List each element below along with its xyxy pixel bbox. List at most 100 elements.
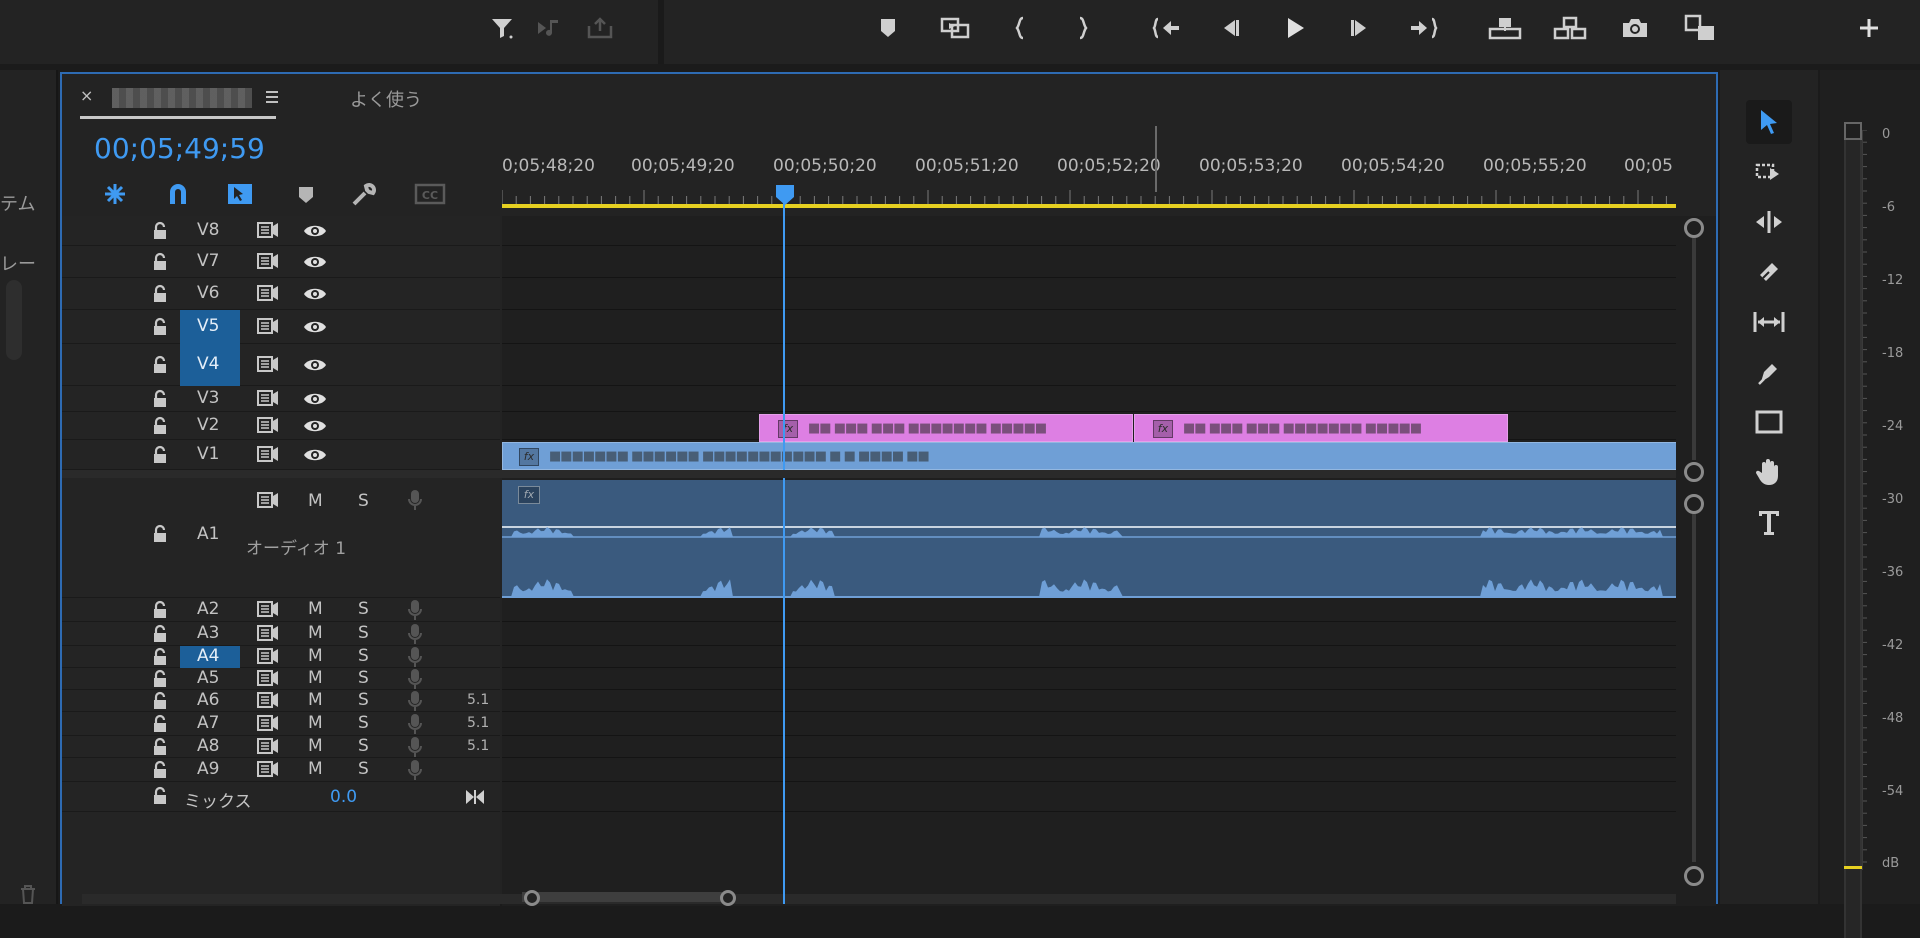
video-track-header-v3[interactable]: V3 <box>62 386 500 412</box>
sync-lock-icon[interactable] <box>256 736 280 756</box>
wrench-settings-icon[interactable] <box>350 180 378 208</box>
audio-lane-a8[interactable] <box>502 736 1677 758</box>
audio-track-header-a8[interactable]: A8 M S 5.1 <box>62 736 500 758</box>
audio-track-header-a3[interactable]: A3 M S <box>62 622 500 646</box>
mute-button[interactable]: M <box>308 713 323 733</box>
sync-lock-icon[interactable] <box>256 599 280 619</box>
track-lock-icon[interactable] <box>152 760 168 780</box>
video-track-header-v7[interactable]: V7 <box>62 246 500 278</box>
audio-zoom-handle-bottom[interactable] <box>1684 866 1704 886</box>
sync-lock-icon[interactable] <box>256 251 280 271</box>
mute-button[interactable]: M <box>308 668 323 688</box>
track-lock-icon[interactable] <box>152 524 168 544</box>
linked-selection-icon[interactable] <box>225 180 255 208</box>
track-lock-icon[interactable] <box>152 737 168 757</box>
video-lane-v8[interactable] <box>502 216 1677 246</box>
sync-lock-icon[interactable] <box>256 415 280 435</box>
export-frame-icon[interactable] <box>580 10 620 46</box>
audio-lane-a3[interactable] <box>502 622 1677 646</box>
track-lock-icon[interactable] <box>152 600 168 620</box>
mute-button[interactable]: M <box>308 491 323 511</box>
rectangle-tool-icon[interactable] <box>1746 400 1792 444</box>
track-lock-icon[interactable] <box>152 669 168 689</box>
sync-lock-icon[interactable] <box>256 490 280 510</box>
solo-button[interactable]: S <box>358 736 369 756</box>
playhead-timecode[interactable]: 00;05;49;59 <box>94 132 265 165</box>
sync-lock-icon[interactable] <box>256 388 280 408</box>
track-lock-icon[interactable] <box>152 284 168 304</box>
solo-button[interactable]: S <box>358 713 369 733</box>
video-lane-v5[interactable] <box>502 310 1677 344</box>
sync-lock-icon[interactable] <box>256 713 280 733</box>
go-to-out-icon[interactable] <box>1404 10 1444 46</box>
work-area-bar[interactable] <box>502 204 1676 208</box>
compare-view-icon[interactable] <box>1680 10 1720 46</box>
ripple-edit-tool-icon[interactable] <box>1746 200 1792 244</box>
nest-sequence-icon[interactable] <box>100 180 130 208</box>
audio-track-header-a7[interactable]: A7 M S 5.1 <box>62 712 500 736</box>
voiceover-mic-icon[interactable] <box>406 645 424 669</box>
sync-lock-icon[interactable] <box>256 283 280 303</box>
add-marker-icon[interactable] <box>296 184 316 206</box>
mix-lane[interactable] <box>502 782 1677 812</box>
track-lock-icon[interactable] <box>152 647 168 667</box>
video-track-header-v8[interactable]: V8 <box>62 216 500 246</box>
audio-lane-a4[interactable] <box>502 646 1677 668</box>
horizontal-scrollbar[interactable] <box>82 894 1676 904</box>
add-button-icon[interactable] <box>1849 10 1889 46</box>
eye-icon[interactable] <box>302 253 328 271</box>
eye-icon[interactable] <box>302 222 328 240</box>
voiceover-mic-icon[interactable] <box>406 735 424 759</box>
track-lock-icon[interactable] <box>152 624 168 644</box>
tab-favorites[interactable]: よく使う <box>350 86 422 112</box>
eye-icon[interactable] <box>302 446 328 464</box>
video-lane-v4[interactable] <box>502 344 1677 386</box>
sync-lock-icon[interactable] <box>256 690 280 710</box>
solo-button[interactable]: S <box>358 690 369 710</box>
sync-lock-icon[interactable] <box>256 759 280 779</box>
fx-badge[interactable]: fx <box>518 486 540 504</box>
type-tool-icon[interactable] <box>1746 500 1792 544</box>
sync-lock-icon[interactable] <box>256 354 280 374</box>
go-to-end-icon[interactable] <box>464 788 486 806</box>
track-lock-icon[interactable] <box>152 786 168 806</box>
add-marker-icon[interactable] <box>868 10 908 46</box>
tab-menu-icon[interactable] <box>264 88 280 106</box>
audio-track-header-a4[interactable]: A4 M S <box>62 646 500 668</box>
v2-clip-2[interactable]: fx ■■ ■■■ ■■■ ■■■■■■■ ■■■■■ <box>1134 414 1508 442</box>
audio-track-header-a9[interactable]: A9 M S <box>62 758 500 782</box>
eye-icon[interactable] <box>302 390 328 408</box>
voiceover-mic-icon[interactable] <box>406 598 424 622</box>
eye-icon[interactable] <box>302 417 328 435</box>
meter-peak-indicator[interactable] <box>1844 122 1862 140</box>
trash-icon[interactable] <box>16 882 40 906</box>
track-lock-icon[interactable] <box>152 691 168 711</box>
mark-out-icon[interactable] <box>1062 10 1102 46</box>
step-back-icon[interactable] <box>1210 10 1250 46</box>
video-track-header-v6[interactable]: V6 <box>62 278 500 310</box>
audio-track-header-a6[interactable]: A6 M S 5.1 <box>62 690 500 712</box>
solo-button[interactable]: S <box>358 759 369 779</box>
audio-track-header-a2[interactable]: A2 M S <box>62 598 500 622</box>
v1-clip[interactable]: fx ■■■■■■■ ■■■■■■ ■■■■■■■■■■■ ■ ■ ■■■■ ■■ <box>502 442 1677 470</box>
slip-tool-icon[interactable] <box>1746 300 1792 344</box>
audio-lane-a2[interactable] <box>502 598 1677 622</box>
audio-track-header-a5[interactable]: A5 M S <box>62 668 500 690</box>
video-track-header-v5[interactable]: V5 <box>62 310 500 344</box>
solo-button[interactable]: S <box>358 623 369 643</box>
sync-lock-icon[interactable] <box>256 220 280 240</box>
track-lock-icon[interactable] <box>152 317 168 337</box>
insert-audio-icon[interactable] <box>530 10 570 46</box>
captions-icon[interactable]: CC <box>414 182 446 206</box>
mute-button[interactable]: M <box>308 646 323 666</box>
fx-badge[interactable]: fx <box>519 448 539 466</box>
play-icon[interactable] <box>1275 10 1315 46</box>
video-audio-divider[interactable] <box>62 470 1676 478</box>
solo-button[interactable]: S <box>358 491 369 511</box>
audio-zoom-handle-top[interactable] <box>1684 494 1704 514</box>
solo-button[interactable]: S <box>358 599 369 619</box>
mute-button[interactable]: M <box>308 623 323 643</box>
extract-icon[interactable] <box>1550 10 1590 46</box>
sync-lock-icon[interactable] <box>256 668 280 688</box>
loop-icon[interactable] <box>935 10 975 46</box>
